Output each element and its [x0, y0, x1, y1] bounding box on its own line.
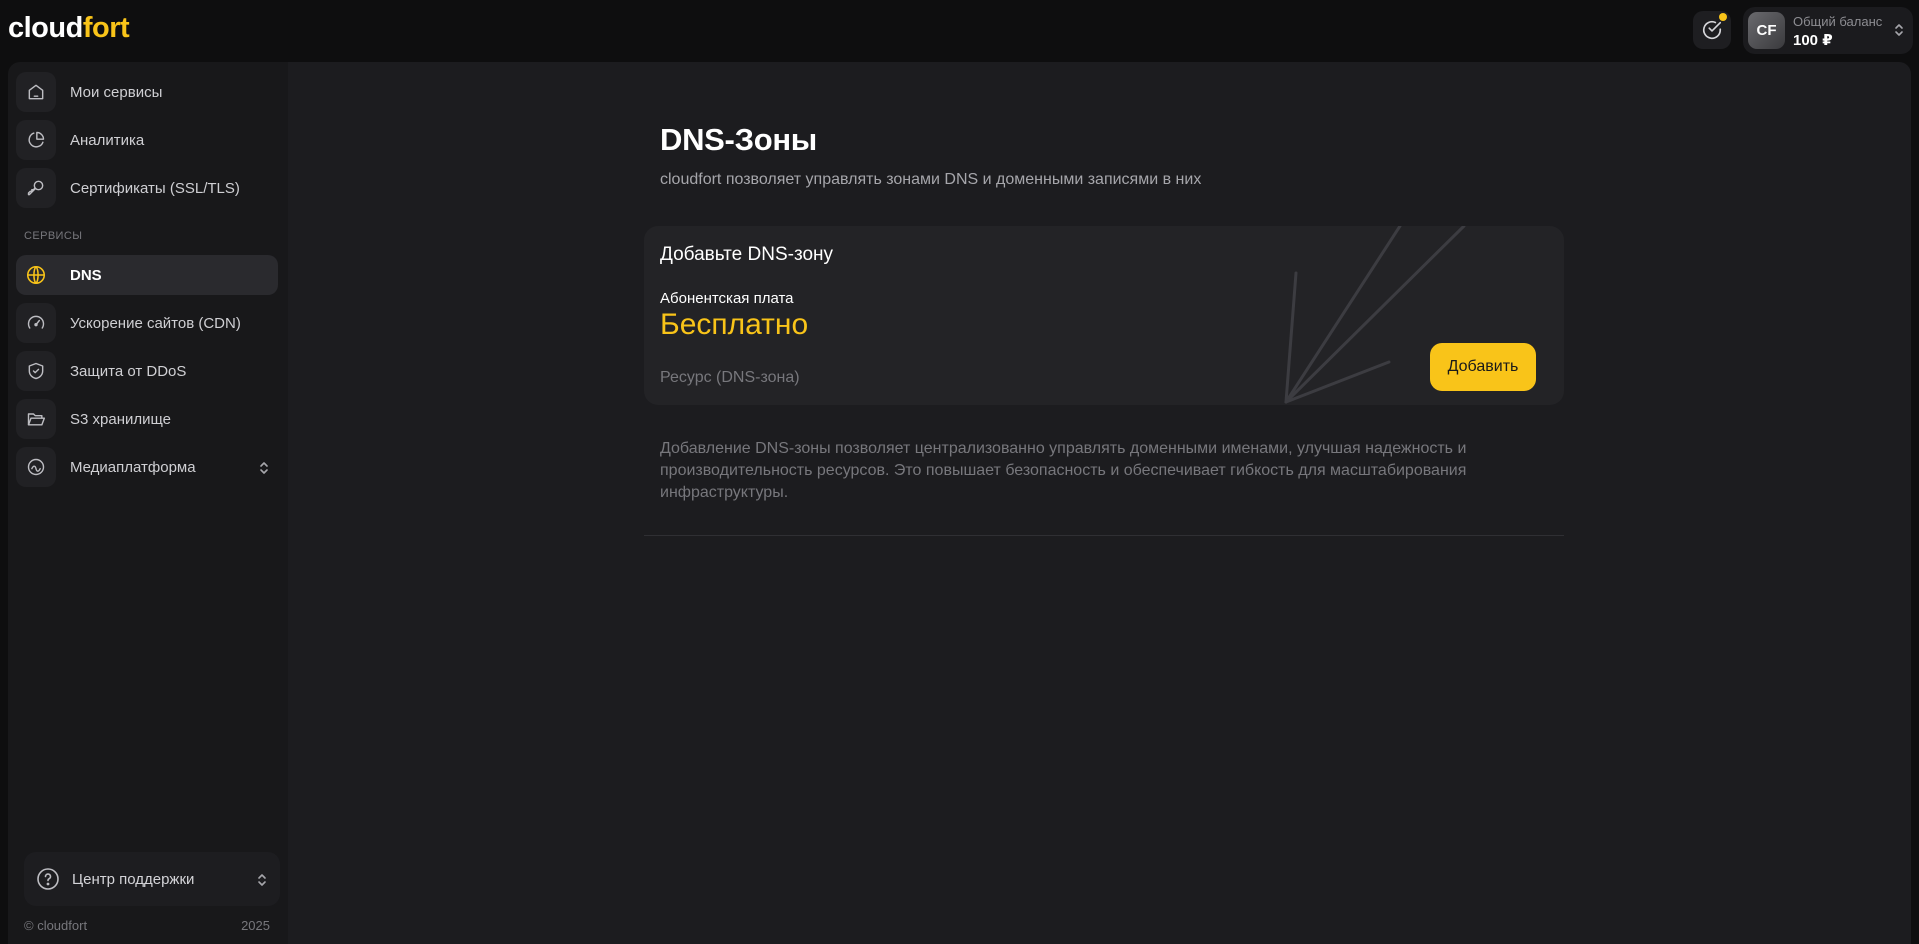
- sidebar-item-label: Медиаплатформа: [70, 458, 196, 476]
- copyright-year: 2025: [241, 918, 270, 933]
- chevron-up-down-icon: [1895, 24, 1903, 36]
- folder-icon: [16, 399, 56, 439]
- sidebar-item-label: Мои сервисы: [70, 83, 163, 101]
- support-center-button[interactable]: Центр поддержки: [24, 852, 280, 906]
- card-title: Добавьте DNS-зону: [660, 244, 834, 265]
- fee-value: Бесплатно: [660, 308, 809, 341]
- dns-zone-description: Добавление DNS-зоны позволяет централизо…: [660, 440, 1467, 501]
- fee-label: Абонентская плата: [660, 290, 794, 307]
- sidebar-item-cdn[interactable]: Ускорение сайтов (CDN): [16, 303, 278, 343]
- media-icon: [16, 447, 56, 487]
- account-menu[interactable]: CF Общий баланс 100 ₽: [1743, 7, 1913, 54]
- sidebar-item-analytics[interactable]: Аналитика: [16, 120, 278, 160]
- page-subtitle: cloudfort позволяет управлять зонами DNS…: [660, 171, 1202, 188]
- sidebar-item-label: Защита от DDoS: [70, 362, 187, 380]
- chevron-up-down-icon: [260, 462, 268, 474]
- key-icon: [16, 168, 56, 208]
- sidebar-item-label: S3 хранилище: [70, 410, 172, 428]
- sidebar-item-label: Аналитика: [70, 131, 145, 149]
- help-circle-icon: [37, 868, 59, 890]
- sidebar: Мои сервисы Аналитика Сертификаты (SSL/T…: [8, 62, 288, 944]
- speedometer-icon: [16, 303, 56, 343]
- sidebar-item-label: DNS: [70, 266, 102, 284]
- page-title: DNS-Зоны: [660, 122, 817, 157]
- shield-icon: [16, 351, 56, 391]
- logo-text-cloud: cloud: [8, 12, 83, 44]
- notification-dot: [1719, 13, 1727, 21]
- main-content: DNS-Зоны cloudfort позволяет управлять з…: [288, 62, 1911, 944]
- add-dns-zone-button[interactable]: Добавить: [1430, 343, 1536, 391]
- sidebar-item-s3[interactable]: S3 хранилище: [16, 399, 278, 439]
- balance-label: Общий баланс: [1793, 14, 1883, 29]
- sidebar-item-ddos[interactable]: Защита от DDoS: [16, 351, 278, 391]
- section-label-services: СЕРВИСЫ: [24, 230, 83, 242]
- chevron-up-down-icon: [258, 874, 266, 886]
- sidebar-item-certificates[interactable]: Сертификаты (SSL/TLS): [16, 168, 278, 208]
- sidebar-item-media[interactable]: Медиаплатформа: [16, 447, 278, 487]
- home-icon: [16, 72, 56, 112]
- top-bar: cloudfort CF Общий баланс 100 ₽: [0, 0, 1919, 62]
- logo[interactable]: cloudfort: [8, 12, 130, 45]
- check-circle-icon: [1702, 21, 1722, 39]
- resource-label: Ресурс (DNS-зона): [660, 369, 800, 386]
- balance-value: 100 ₽: [1793, 32, 1833, 49]
- sidebar-item-my-services[interactable]: Мои сервисы: [16, 72, 278, 112]
- tasks-button[interactable]: [1693, 11, 1731, 49]
- support-center-label: Центр поддержки: [72, 870, 195, 888]
- avatar: CF: [1748, 12, 1785, 49]
- sidebar-item-label: Ускорение сайтов (CDN): [70, 314, 241, 332]
- add-dns-zone-card: Добавьте DNS-зону Абонентская плата Бесп…: [644, 226, 1564, 405]
- sidebar-item-label: Сертификаты (SSL/TLS): [70, 179, 240, 197]
- divider: [644, 535, 1564, 536]
- pie-chart-icon: [16, 120, 56, 160]
- sidebar-item-dns[interactable]: DNS: [16, 255, 278, 295]
- copyright: © cloudfort: [24, 918, 88, 933]
- globe-icon: [16, 255, 56, 295]
- logo-text-fort: fort: [82, 12, 130, 44]
